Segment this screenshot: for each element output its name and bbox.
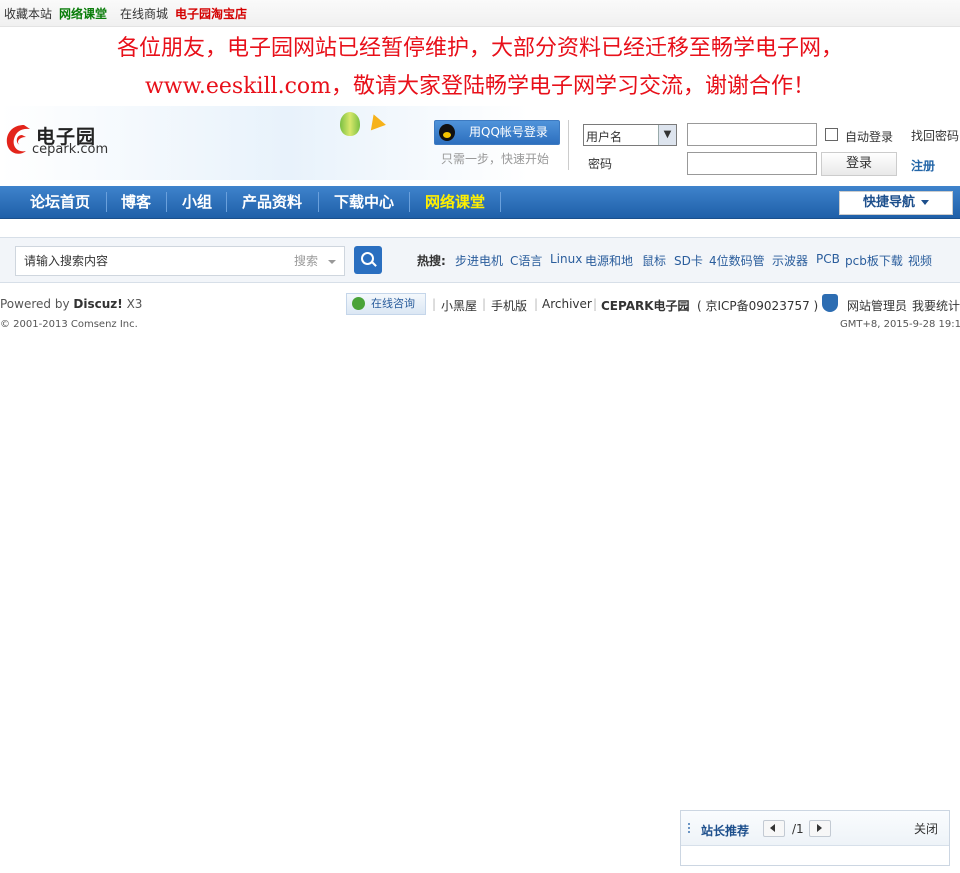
footer-site-name[interactable]: CEPARK电子园 <box>601 297 690 314</box>
hot-search-term[interactable]: 鼠标 <box>642 252 666 269</box>
hot-search-term[interactable]: 示波器 <box>772 252 808 269</box>
main-nav: 论坛首页 博客 小组 产品资料 下载中心 网络课堂 <box>0 186 960 219</box>
hot-search-label: 热搜: <box>417 254 446 268</box>
cepark-logo-icon[interactable] <box>2 121 34 157</box>
search-placeholder: 请输入搜索内容 <box>24 254 109 268</box>
qq-login-button[interactable]: 用QQ帐号登录 <box>434 120 560 145</box>
online-consult-label: 在线咨询 <box>371 297 415 310</box>
online-consult-button[interactable]: 在线咨询 <box>346 293 426 315</box>
nav-separator <box>226 192 227 212</box>
nav-separator <box>409 192 410 212</box>
username-input[interactable] <box>687 123 817 146</box>
login-divider <box>568 120 569 170</box>
nav-item-downloads[interactable]: 下载中心 <box>334 186 394 218</box>
hot-search-term[interactable]: PCB <box>816 252 840 266</box>
register-link[interactable]: 注册 <box>911 157 935 174</box>
password-label: 密码 <box>588 157 613 171</box>
taobao-shop-link[interactable]: 电子园淘宝店 <box>175 5 247 22</box>
nav-item-online-class[interactable]: 网络课堂 <box>425 186 485 218</box>
kite-decoration-icon <box>366 111 386 131</box>
forgot-password-link[interactable]: 找回密码 <box>911 127 959 144</box>
recommend-pager: /1 <box>792 822 804 836</box>
search-button[interactable] <box>354 246 382 274</box>
qq-login-subtext: 只需一步，快速开始 <box>441 152 550 166</box>
login-button[interactable]: 登录 <box>821 152 897 176</box>
search-input[interactable]: 请输入搜索内容 <box>15 246 287 276</box>
recommend-title: 站长推荐 <box>701 824 750 838</box>
footer-link-archiver[interactable]: Archiver <box>542 297 592 311</box>
quick-nav-button[interactable]: 快捷导航 <box>839 191 953 215</box>
bookmark-site-link[interactable]: 收藏本站 <box>4 5 52 22</box>
notice-line-2[interactable]: www.eeskill.com，敬请大家登陆畅学电子网学习交流，谢谢合作！ <box>0 68 960 106</box>
login-type-value: 用户名 <box>586 130 623 144</box>
auto-login-checkbox[interactable] <box>825 128 838 141</box>
chat-icon <box>352 297 365 310</box>
qq-penguin-icon <box>439 124 455 141</box>
hot-search-term[interactable]: 电源和地 <box>585 252 633 269</box>
logo-domain[interactable]: cepark.com <box>32 142 108 157</box>
caret-down-icon <box>328 260 336 264</box>
chevron-down-icon: ▼ <box>658 125 676 145</box>
footer-icp[interactable]: ( 京ICP备09023757 ) <box>697 297 818 314</box>
balloon-decoration-icon <box>340 112 360 136</box>
discuz-link[interactable]: Discuz! <box>73 297 122 311</box>
powered-by: Powered by Discuz! X3 <box>0 297 142 311</box>
nav-separator <box>500 192 501 212</box>
online-class-link[interactable]: 网络课堂 <box>59 5 107 22</box>
nav-item-blog[interactable]: 博客 <box>121 186 151 218</box>
hot-search-term[interactable]: SD卡 <box>674 252 703 269</box>
powered-prefix: Powered by <box>0 297 70 311</box>
nav-separator <box>318 192 319 212</box>
login-type-select[interactable]: 用户名 ▼ <box>583 124 677 146</box>
nav-item-forum-home[interactable]: 论坛首页 <box>30 186 90 218</box>
hot-search-term[interactable]: 4位数码管 <box>709 252 765 269</box>
security-shield-icon[interactable] <box>822 294 838 312</box>
quick-nav-label: 快捷导航 <box>862 195 915 210</box>
hot-search-term[interactable]: Linux <box>550 252 582 266</box>
qq-login-label: 用QQ帐号登录 <box>469 125 548 139</box>
notice-line-1: 各位朋友，电子园网站已经暂停维护，大部分资料已经迁移至畅学电子网， <box>116 36 843 61</box>
search-type-label: 搜索 <box>294 254 319 268</box>
server-timestamp: GMT+8, 2015-9-28 19:11 <box>840 319 960 330</box>
nav-separator <box>106 192 107 212</box>
hot-search-term[interactable]: pcb板下载 <box>845 252 903 269</box>
hot-search-term[interactable]: 步进电机 <box>455 252 503 269</box>
online-shop-link[interactable]: 在线商城 <box>120 5 168 22</box>
nav-item-products[interactable]: 产品资料 <box>242 186 302 218</box>
nav-item-group[interactable]: 小组 <box>182 186 212 218</box>
site-header: 电子园 cepark.com 用QQ帐号登录 只需一步，快速开始 用户名 ▼ 密… <box>0 106 960 180</box>
auto-login-label[interactable]: 自动登录 <box>845 128 893 145</box>
hot-search-term[interactable]: 视频 <box>908 252 932 269</box>
search-type-select[interactable]: 搜索 <box>285 246 345 276</box>
next-arrow-icon[interactable] <box>809 820 831 837</box>
migration-notice: 各位朋友，电子园网站已经暂停维护，大部分资料已经迁移至畅学电子网， www.ee… <box>0 30 960 106</box>
drag-handle-icon[interactable] <box>688 823 692 833</box>
footer-link-blacklist[interactable]: 小黑屋 <box>441 297 477 314</box>
copyright-text: © 2001-2013 Comsenz Inc. <box>0 319 138 330</box>
footer-stats-link[interactable]: 我要统计 <box>912 297 960 314</box>
recommend-header: 站长推荐 /1 关闭 <box>681 811 949 846</box>
top-links-bar: 收藏本站 网络课堂 在线商城 电子园淘宝店 <box>0 0 960 27</box>
prev-arrow-icon[interactable] <box>763 820 785 837</box>
recommend-close-button[interactable]: 关闭 <box>914 820 938 837</box>
footer-admin-link[interactable]: 网站管理员 <box>847 297 907 314</box>
discuz-version: X3 <box>126 297 143 311</box>
password-input[interactable] <box>687 152 817 175</box>
footer-link-mobile[interactable]: 手机版 <box>491 297 527 314</box>
admin-recommend-panel: 站长推荐 /1 关闭 <box>680 810 950 866</box>
search-bar: 请输入搜索内容 搜索 热搜: 步进电机 C语言 Linux 电源和地 鼠标 SD… <box>0 237 960 283</box>
nav-separator <box>166 192 167 212</box>
caret-down-icon <box>921 200 929 205</box>
hot-search-term[interactable]: C语言 <box>510 252 542 269</box>
